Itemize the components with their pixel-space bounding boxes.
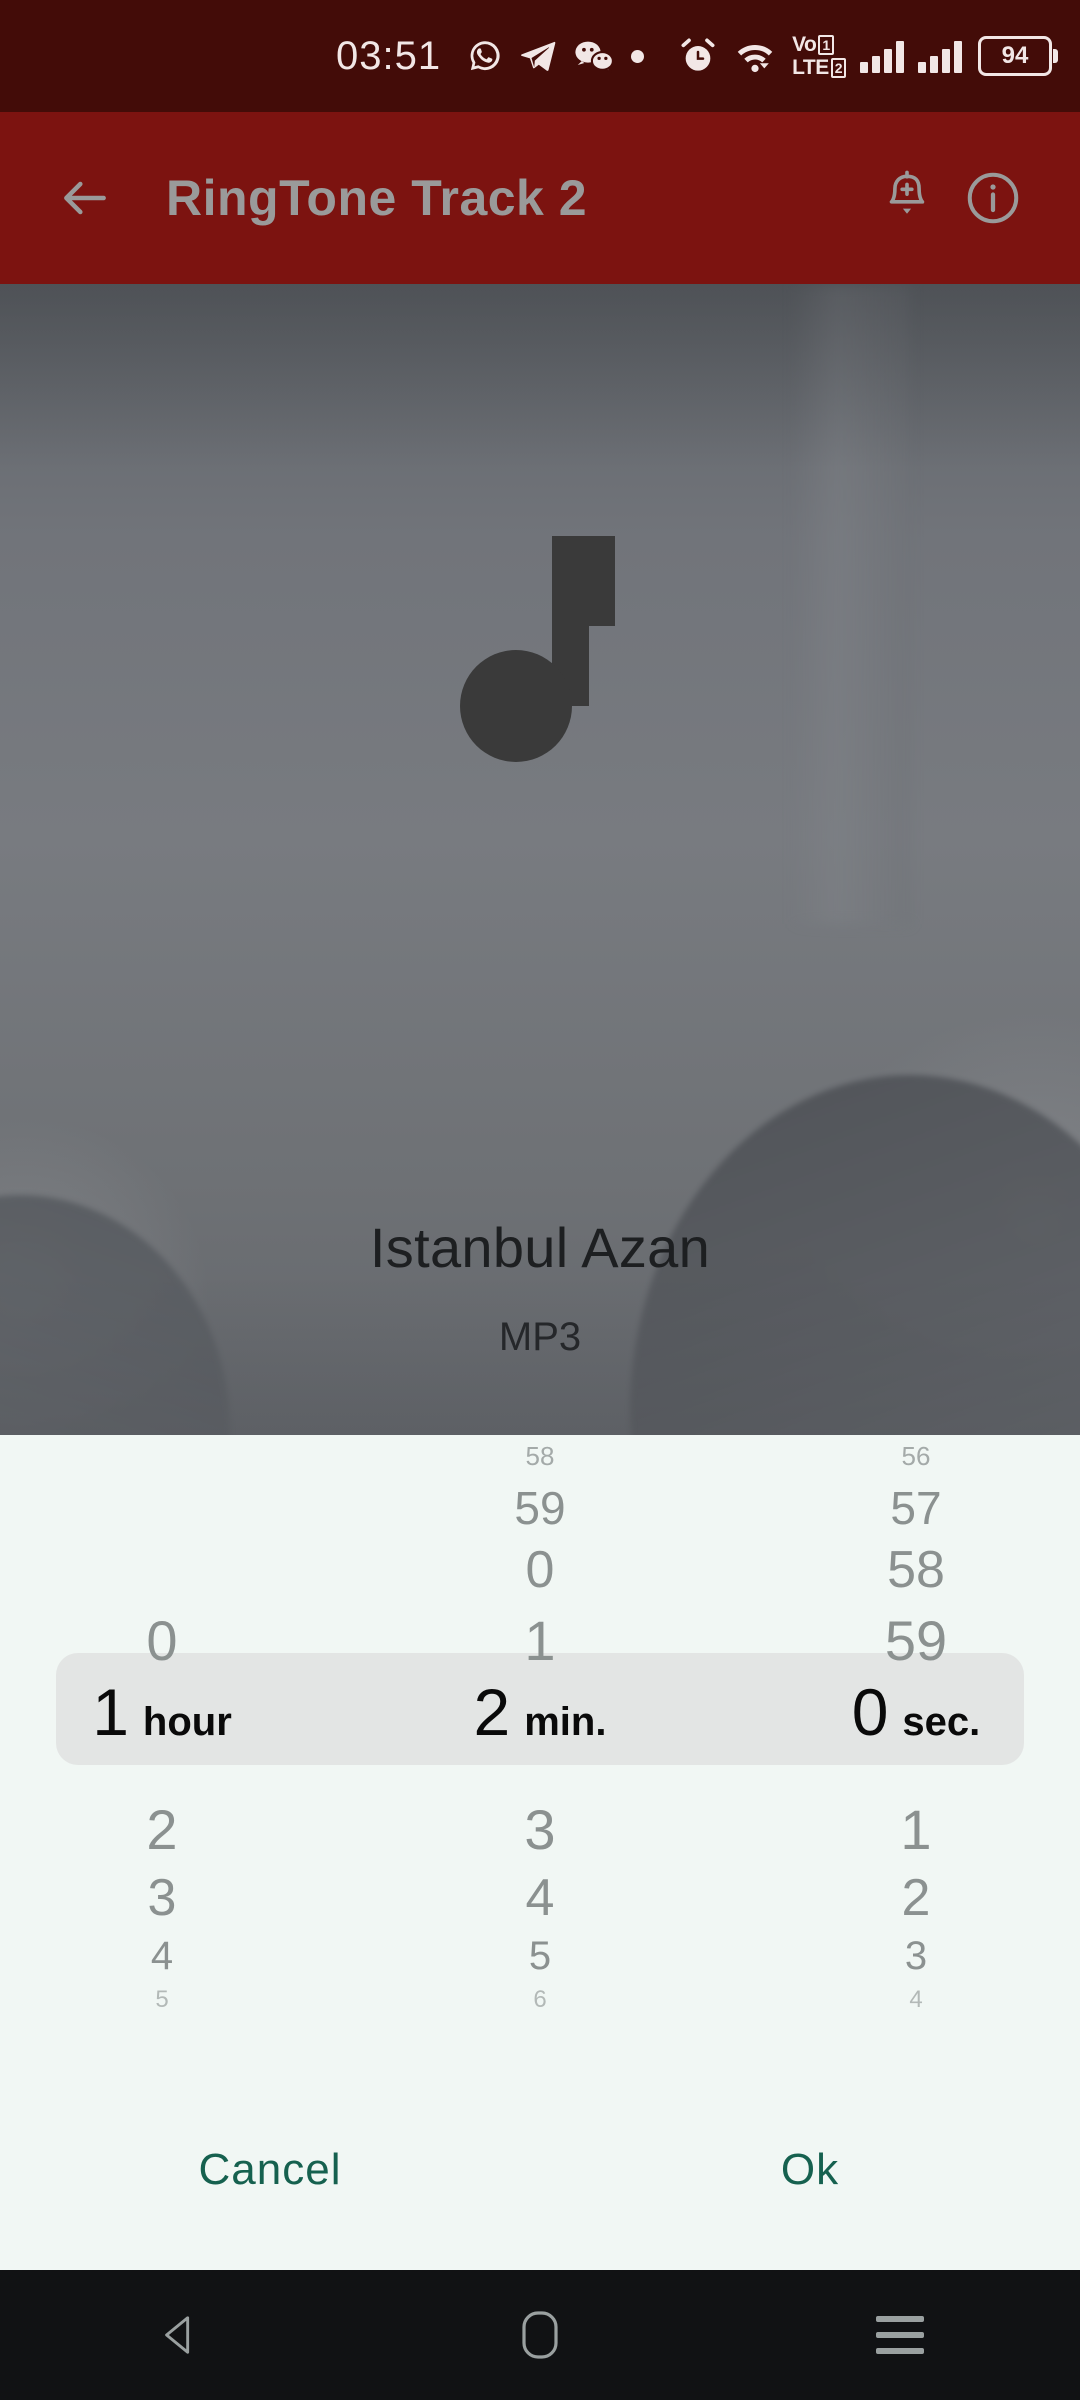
hour-option-below-3[interactable]: 4	[0, 1929, 342, 1983]
minute-option-below-1[interactable]: 3	[360, 1791, 720, 1867]
status-bar-clock: 03:51	[335, 34, 442, 78]
second-option-above-3[interactable]: 57	[736, 1477, 1080, 1539]
cancel-button[interactable]: Cancel	[0, 2145, 540, 2195]
second-option-above-2[interactable]: 58	[736, 1539, 1080, 1601]
battery-icon: 94	[978, 36, 1058, 76]
back-button[interactable]	[48, 161, 122, 235]
duration-picker-panel: 0 1 hour 2 3 4 5 58 59 0 1 2 min. 3 4 5 …	[0, 1435, 1080, 2270]
minute-option-above-2[interactable]: 0	[360, 1539, 720, 1601]
phone-screen: 03:51 Vo 1 LTE 2 94 RingTone Track 2 Ist…	[0, 0, 1080, 2400]
hour-unit-label: hour	[142, 1700, 232, 1744]
bell-add-icon	[889, 170, 925, 214]
minute-option-above-3[interactable]: 59	[360, 1477, 720, 1539]
arrow-left-icon	[64, 181, 106, 215]
minute-option-above-1[interactable]: 1	[360, 1601, 720, 1679]
hour-option-below-4[interactable]: 5	[0, 1983, 342, 2017]
hour-option-above-3[interactable]	[0, 1477, 342, 1539]
minute-option-below-4[interactable]: 6	[360, 1983, 720, 2017]
second-option-below-1[interactable]: 1	[736, 1791, 1080, 1867]
wechat-icon	[573, 37, 615, 75]
ok-button[interactable]: Ok	[540, 2145, 1080, 2195]
info-circle-icon	[967, 172, 1019, 224]
nav-back-button[interactable]	[0, 2312, 360, 2358]
duration-picker-wheels: 0 1 hour 2 3 4 5 58 59 0 1 2 min. 3 4 5 …	[0, 1435, 1080, 2070]
info-button[interactable]	[950, 155, 1036, 241]
add-alarm-button[interactable]	[864, 155, 950, 241]
second-option-below-4[interactable]: 4	[736, 1983, 1080, 2017]
minute-option-above-4[interactable]: 58	[360, 1435, 720, 1477]
android-nav-bar	[0, 2270, 1080, 2400]
track-format: MP3	[498, 1315, 582, 1359]
second-option-below-3[interactable]: 3	[736, 1929, 1080, 1983]
second-option-above-4[interactable]: 56	[736, 1435, 1080, 1477]
volte-icon: Vo 1 LTE 2	[792, 34, 846, 78]
picker-actions: Cancel Ok	[0, 2070, 1080, 2270]
triangle-back-icon	[165, 2316, 190, 2354]
hour-option-above-1[interactable]: 0	[0, 1601, 342, 1679]
minute-selected-option[interactable]: 2 min.	[360, 1679, 720, 1791]
second-wheel[interactable]: 56 57 58 59 0 sec. 1 2 3 4	[736, 1435, 1080, 2070]
volte-sim2-badge: 2	[830, 57, 846, 78]
second-unit-label: sec.	[902, 1700, 981, 1744]
second-option-below-2[interactable]: 2	[736, 1867, 1080, 1929]
minute-wheel[interactable]: 58 59 0 1 2 min. 3 4 5 6	[360, 1435, 720, 2070]
volte-text-lte: LTE	[792, 56, 829, 79]
hour-option-above-2[interactable]	[0, 1539, 342, 1601]
music-note-icon	[0, 530, 1080, 765]
minute-unit-label: min.	[524, 1700, 607, 1744]
minute-option-below-3[interactable]: 5	[360, 1929, 720, 1983]
status-bar: 03:51 Vo 1 LTE 2 94	[0, 0, 1080, 112]
nav-recents-button[interactable]	[720, 2316, 1080, 2354]
volte-sim1-badge: 1	[818, 34, 834, 55]
second-selected-value: 0	[851, 1675, 889, 1749]
app-bar: RingTone Track 2	[0, 112, 1080, 284]
hour-selected-value: 1	[92, 1675, 129, 1749]
second-selected-option[interactable]: 0 sec.	[736, 1679, 1080, 1791]
hamburger-recents-icon	[876, 2316, 924, 2354]
home-rect-icon	[522, 2311, 558, 2359]
hour-wheel[interactable]: 0 1 hour 2 3 4 5	[0, 1435, 342, 2070]
volte-text-vo: Vo	[792, 33, 817, 56]
battery-percent-label: 94	[1001, 42, 1029, 69]
whatsapp-icon	[467, 38, 503, 74]
telegram-icon	[519, 37, 557, 75]
page-title: RingTone Track 2	[166, 170, 588, 226]
hour-selected-option[interactable]: 1 hour	[0, 1679, 342, 1791]
minute-selected-value: 2	[473, 1675, 511, 1749]
hour-option-below-2[interactable]: 3	[0, 1867, 342, 1929]
second-option-above-1[interactable]: 59	[736, 1601, 1080, 1679]
wifi-icon	[734, 37, 776, 75]
hour-option-below-1[interactable]: 2	[0, 1791, 342, 1867]
minute-option-below-2[interactable]: 4	[360, 1867, 720, 1929]
dot-indicator-icon	[631, 49, 645, 63]
status-bar-content: 03:51 Vo 1 LTE 2 94	[335, 34, 1058, 78]
track-title: Istanbul Azan	[369, 1216, 711, 1279]
signal-sim1-icon	[860, 39, 904, 73]
signal-sim2-icon	[918, 39, 962, 73]
alarm-icon	[678, 36, 718, 76]
hour-option-above-4[interactable]	[0, 1435, 342, 1477]
nav-home-button[interactable]	[360, 2309, 720, 2361]
